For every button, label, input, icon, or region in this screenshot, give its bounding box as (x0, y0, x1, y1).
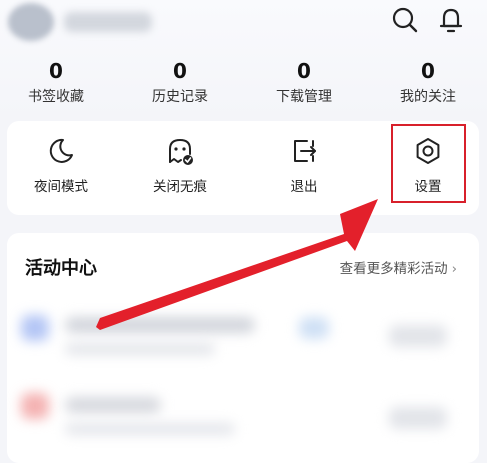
ghost-icon (169, 138, 193, 165)
night-mode-button[interactable]: 夜间模式 (2, 121, 120, 215)
activity-text-blurred (65, 423, 235, 435)
settings-highlight-box (391, 124, 466, 203)
stat-label: 我的关注 (400, 89, 456, 105)
activity-badge-blurred (299, 317, 329, 339)
chevron-right-icon: › (451, 261, 457, 277)
stat-bookmarks[interactable]: 0 书签收藏 (1, 58, 111, 108)
stat-count: 0 (421, 59, 435, 83)
activity-title: 活动中心 (25, 258, 97, 279)
moon-icon (49, 138, 73, 163)
more-activities-label: 查看更多精彩活动 (339, 261, 448, 277)
bell-icon[interactable] (436, 5, 466, 35)
activity-center-card: 活动中心 查看更多精彩活动 › (7, 233, 479, 463)
stats-row: 0 书签收藏 0 历史记录 0 下载管理 0 我的关注 (0, 58, 487, 112)
close-incognito-button[interactable]: 关闭无痕 (121, 121, 239, 215)
stat-downloads[interactable]: 0 下载管理 (249, 58, 359, 108)
stat-history[interactable]: 0 历史记录 (125, 58, 235, 108)
tool-label: 关闭无痕 (153, 179, 207, 195)
activity-text-blurred (65, 343, 215, 355)
activity-text-blurred (65, 397, 161, 413)
activity-icon-blurred (21, 315, 49, 341)
activity-button-blurred[interactable] (389, 325, 447, 347)
more-activities-link[interactable]: 查看更多精彩活动 › (340, 258, 457, 280)
stat-count: 0 (49, 59, 63, 83)
stat-label: 书签收藏 (28, 89, 84, 105)
username-blurred[interactable] (64, 12, 152, 32)
avatar[interactable] (8, 3, 54, 41)
stat-label: 下载管理 (276, 89, 332, 105)
stat-label: 历史记录 (152, 89, 208, 105)
stat-count: 0 (297, 59, 311, 83)
activity-text-blurred (65, 317, 255, 333)
tool-label: 退出 (290, 179, 318, 195)
logout-icon (294, 140, 316, 162)
tool-label: 夜间模式 (34, 179, 88, 195)
activity-icon-blurred (21, 393, 49, 419)
activity-button-blurred[interactable] (389, 407, 447, 429)
profile-header: 0 书签收藏 0 历史记录 0 下载管理 0 我的关注 (0, 0, 487, 118)
search-icon[interactable] (390, 5, 420, 35)
stat-following[interactable]: 0 我的关注 (373, 58, 483, 108)
stat-count: 0 (173, 59, 187, 83)
logout-button[interactable]: 退出 (245, 121, 363, 215)
